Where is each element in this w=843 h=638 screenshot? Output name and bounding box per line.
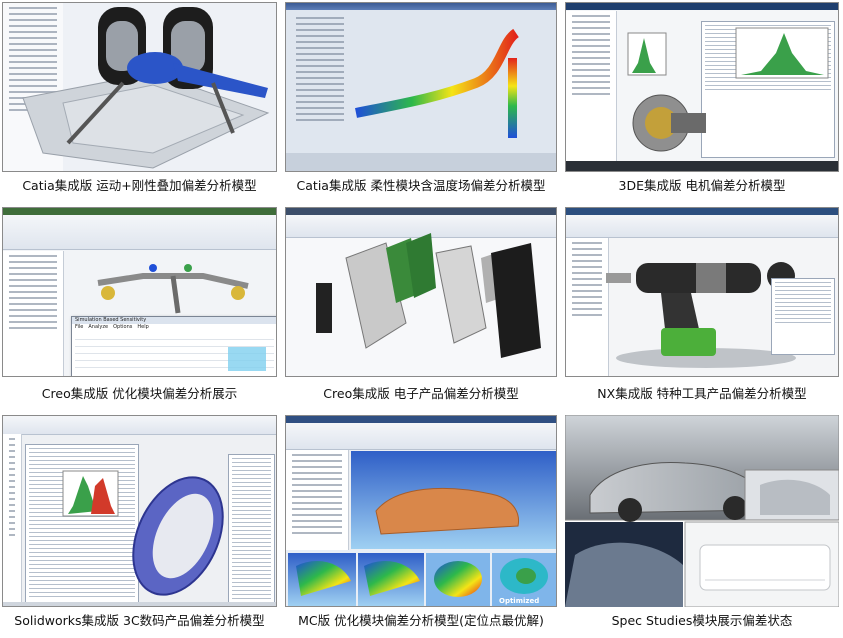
fender-optimization-views <box>286 451 556 606</box>
caption-4: Creo集成版 优化模块偏差分析展示 <box>41 386 238 401</box>
menu-file[interactable]: File <box>75 324 83 331</box>
mouse-model-histogram <box>3 470 276 606</box>
caption-8: MC版 优化模块偏差分析模型(定位点最优解) <box>298 613 544 628</box>
mc-optimization-screenshot: Optimized <box>285 415 557 607</box>
creo-electronics-screenshot <box>285 207 557 377</box>
thermal-contour-pipe <box>286 28 556 171</box>
sensitivity-table <box>75 333 274 374</box>
catia-flexible-thermal-screenshot <box>285 2 557 172</box>
sensitivity-window-title: Simulation Based Sensitivity <box>72 317 276 324</box>
motor-model-and-histogram <box>566 27 838 171</box>
nx-power-tool-screenshot <box>565 207 839 377</box>
car-and-appliance-renderings <box>565 415 839 607</box>
optimized-label: Optimized <box>499 597 540 605</box>
sensitivity-window-menu: File Analyze Options Help <box>72 324 276 331</box>
caption-3: 3DE集成版 电机偏差分析模型 <box>618 178 786 193</box>
landing-gear-model <box>22 7 270 169</box>
caption-6: NX集成版 特种工具产品偏差分析模型 <box>597 386 807 401</box>
creo-optimization-screenshot: Simulation Based Sensitivity File Analyz… <box>2 207 277 377</box>
caption-2: Catia集成版 柔性模块含温度场偏差分析模型 <box>296 178 546 193</box>
3de-motor-screenshot <box>565 2 839 172</box>
menu-analyze[interactable]: Analyze <box>88 324 108 331</box>
caption-7: Solidworks集成版 3C数码产品偏差分析模型 <box>14 613 265 628</box>
caption-1: Catia集成版 运动+刚性叠加偏差分析模型 <box>22 178 257 193</box>
solidworks-mouse-screenshot <box>2 415 277 607</box>
menu-help[interactable]: Help <box>137 324 148 331</box>
caption-9: Spec Studies模块展示偏差状态 <box>611 613 793 628</box>
sensitivity-window: Simulation Based Sensitivity File Analyz… <box>71 316 276 376</box>
sensitivity-highlight <box>228 347 266 371</box>
catia-kinematic-screenshot <box>2 2 277 172</box>
spec-studies-screenshot <box>565 415 839 607</box>
properties-popup <box>771 278 835 355</box>
exploded-phone-model <box>316 233 541 358</box>
menu-options[interactable]: Options <box>113 324 132 331</box>
caption-5: Creo集成版 电子产品偏差分析模型 <box>323 386 519 401</box>
